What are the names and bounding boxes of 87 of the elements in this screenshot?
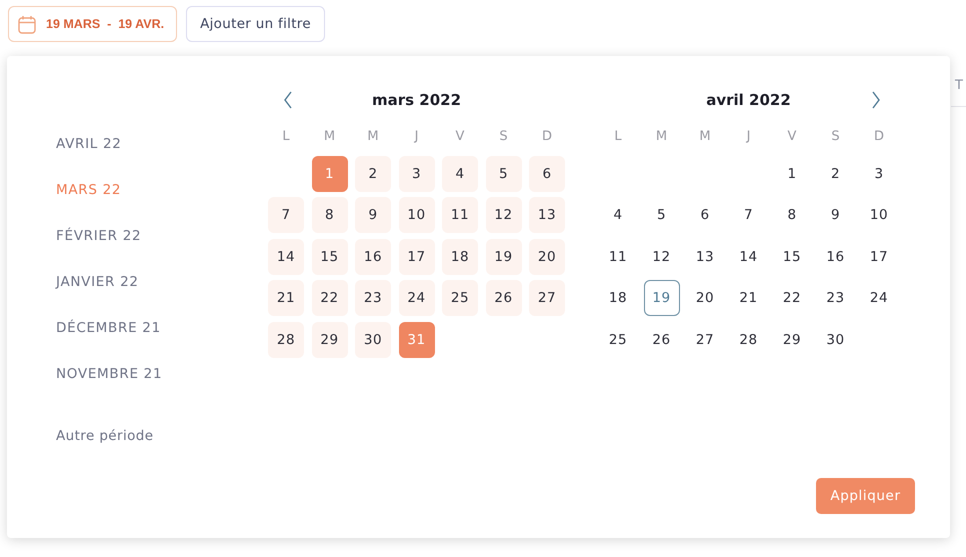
weekday-label: M xyxy=(698,129,712,145)
day-cell[interactable]: 6 xyxy=(687,197,723,233)
month-option[interactable]: JANVIER 22 xyxy=(56,274,268,320)
weekday-label: L xyxy=(281,129,291,145)
weekday-label: V xyxy=(786,129,798,145)
day-cell[interactable]: 11 xyxy=(442,197,478,233)
day-cell[interactable]: 9 xyxy=(818,197,854,233)
day-cell[interactable]: 6 xyxy=(529,156,565,192)
day-cell[interactable]: 19 xyxy=(644,280,680,316)
weekday-label: S xyxy=(830,129,841,145)
day-cell[interactable]: 10 xyxy=(398,197,434,233)
day-cell[interactable]: 1 xyxy=(774,156,810,192)
day-cell[interactable]: 13 xyxy=(529,197,565,233)
weekday-label: M xyxy=(322,129,336,145)
day-cell[interactable]: 17 xyxy=(398,238,434,274)
day-cell[interactable]: 4 xyxy=(600,197,636,233)
day-cell[interactable]: 11 xyxy=(600,238,636,274)
day-cell[interactable]: 10 xyxy=(861,197,897,233)
weekday-label: J xyxy=(413,129,420,145)
day-cell[interactable]: 16 xyxy=(355,238,391,274)
day-cell[interactable]: 30 xyxy=(818,322,854,358)
day-cell[interactable]: 18 xyxy=(442,238,478,274)
weekday-label: M xyxy=(654,129,668,145)
day-cell[interactable]: 26 xyxy=(644,322,680,358)
month-title: avril 2022 xyxy=(706,91,791,109)
day-cell[interactable]: 21 xyxy=(730,280,766,316)
calendar-icon xyxy=(18,14,36,34)
day-cell[interactable]: 24 xyxy=(861,280,897,316)
weekday-label: V xyxy=(454,129,466,145)
day-cell[interactable]: 29 xyxy=(774,322,810,358)
day-cell[interactable]: 2 xyxy=(818,156,854,192)
add-filter-button[interactable]: Ajouter un filtre xyxy=(186,6,325,42)
day-cell[interactable]: 29 xyxy=(312,322,348,358)
day-cell[interactable]: 18 xyxy=(600,280,636,316)
weekday-label: D xyxy=(540,129,553,145)
day-cell[interactable]: 26 xyxy=(486,280,522,316)
date-range-button[interactable]: 19 MARS - 19 AVR. xyxy=(8,6,178,42)
day-cell[interactable]: 23 xyxy=(818,280,854,316)
day-cell[interactable]: 9 xyxy=(355,197,391,233)
day-cell[interactable]: 20 xyxy=(529,238,565,274)
day-cell[interactable]: 5 xyxy=(644,197,680,233)
month-option[interactable]: NOVEMBRE 21 xyxy=(56,366,268,412)
day-cell[interactable]: 3 xyxy=(861,156,897,192)
weekday-label: S xyxy=(498,129,509,145)
day-cell[interactable]: 13 xyxy=(687,238,723,274)
day-cell[interactable]: 25 xyxy=(600,322,636,358)
weekday-label: J xyxy=(745,129,752,145)
day-cell[interactable]: 22 xyxy=(774,280,810,316)
chevron-left-icon[interactable] xyxy=(283,91,293,109)
month-option[interactable]: FÉVRIER 22 xyxy=(56,228,268,274)
day-cell[interactable]: 7 xyxy=(268,197,304,233)
day-cell[interactable]: 4 xyxy=(442,156,478,192)
day-cell[interactable]: 5 xyxy=(486,156,522,192)
day-cell[interactable]: 15 xyxy=(774,238,810,274)
day-cell[interactable]: 20 xyxy=(687,280,723,316)
weekday-label: M xyxy=(366,129,380,145)
day-cell[interactable]: 17 xyxy=(861,238,897,274)
month-option[interactable]: AVRIL 22 xyxy=(56,136,268,182)
day-cell[interactable]: 21 xyxy=(268,280,304,316)
day-cell[interactable]: 7 xyxy=(730,197,766,233)
day-cell[interactable]: 22 xyxy=(312,280,348,316)
day-cell[interactable]: 8 xyxy=(774,197,810,233)
day-cell[interactable]: 8 xyxy=(312,197,348,233)
day-cell[interactable]: 12 xyxy=(486,197,522,233)
other-period-option[interactable]: Autre période xyxy=(56,428,268,444)
day-cell[interactable]: 27 xyxy=(687,322,723,358)
chevron-right-icon[interactable] xyxy=(871,91,881,109)
day-cell[interactable]: 14 xyxy=(730,238,766,274)
day-cell[interactable]: 27 xyxy=(529,280,565,316)
day-cell[interactable]: 15 xyxy=(312,238,348,274)
month-option[interactable]: DÉCEMBRE 21 xyxy=(56,320,268,366)
day-cell[interactable]: 19 xyxy=(486,238,522,274)
day-cell[interactable]: 25 xyxy=(442,280,478,316)
weekday-label: L xyxy=(613,129,623,145)
day-cell[interactable]: 16 xyxy=(818,238,854,274)
day-cell[interactable]: 2 xyxy=(355,156,391,192)
day-cell[interactable]: 30 xyxy=(355,322,391,358)
day-cell[interactable]: 28 xyxy=(268,322,304,358)
day-cell[interactable]: 12 xyxy=(644,238,680,274)
day-cell[interactable]: 24 xyxy=(398,280,434,316)
day-cell[interactable]: 14 xyxy=(268,238,304,274)
day-cell[interactable]: 23 xyxy=(355,280,391,316)
day-cell[interactable]: 3 xyxy=(398,156,434,192)
day-cell[interactable]: 28 xyxy=(730,322,766,358)
month-title: mars 2022 xyxy=(372,91,462,109)
column-header: T xyxy=(955,78,963,95)
weekday-label: D xyxy=(872,129,885,145)
